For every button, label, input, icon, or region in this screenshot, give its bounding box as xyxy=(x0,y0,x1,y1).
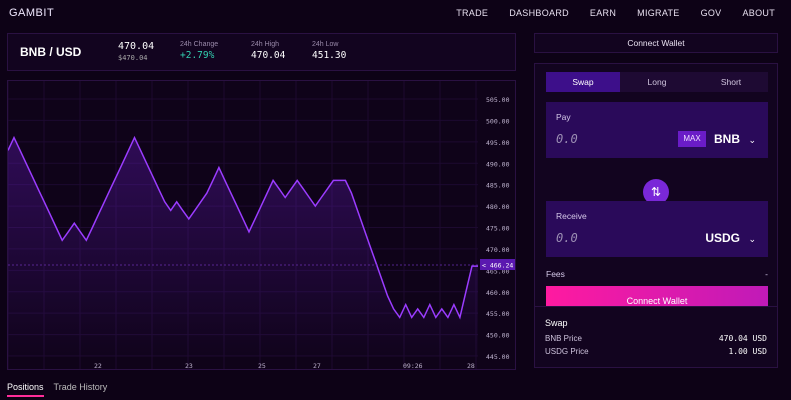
price-chart[interactable]: 505.00 500.00 495.00 490.00 485.00 480.00 475.… xyxy=(7,80,516,370)
receive-field: Receive 0.0 USDG ⌄ xyxy=(546,201,768,257)
y-tick-label: 505.00 xyxy=(486,96,510,104)
pay-field: Pay 0.0 MAX BNB ⌄ xyxy=(546,102,768,158)
swap-box: Swap Long Short Pay 0.0 MAX BNB ⌄ ⇅ Rece… xyxy=(534,63,778,323)
x-tick-label: 25 xyxy=(258,362,266,370)
price-area xyxy=(8,137,478,356)
y-tick-label: 495.00 xyxy=(486,139,510,147)
fees-row: Fees - xyxy=(546,269,768,279)
receive-label: Receive xyxy=(556,211,587,221)
nav-dashboard[interactable]: DASHBOARD xyxy=(509,8,569,18)
nav-migrate[interactable]: MIGRATE xyxy=(637,8,679,18)
chevron-down-icon[interactable]: ⌄ xyxy=(748,135,756,146)
x-tick-label: 23 xyxy=(185,362,193,370)
nav-gov[interactable]: GOV xyxy=(701,8,722,18)
info-label: USDG Price xyxy=(545,347,589,356)
x-tick-label: 22 xyxy=(94,362,102,370)
y-tick-label: 480.00 xyxy=(486,203,510,211)
max-button[interactable]: MAX xyxy=(678,131,706,147)
receive-input[interactable]: 0.0 xyxy=(556,231,578,245)
logo[interactable]: GAMBIT xyxy=(9,7,54,19)
current-price-label: < 466.24 xyxy=(482,262,513,270)
stat-24h-high: 24h High 470.04 xyxy=(251,41,285,61)
stat-24h-change: 24h Change +2.79% xyxy=(180,41,218,61)
swap-info-box: Swap BNB Price 470.04 USD USDG Price 1.0… xyxy=(534,306,778,368)
connect-wallet-top-button[interactable]: Connect Wallet xyxy=(534,33,778,53)
x-tick-label: 09:26 xyxy=(403,362,423,370)
current-price: 470.04 xyxy=(118,41,155,52)
y-tick-label: 500.00 xyxy=(486,117,510,125)
top-bar: GAMBIT TRADE DASHBOARD EARN MIGRATE GOV … xyxy=(0,0,791,28)
info-row-bnb-price: BNB Price 470.04 USD xyxy=(545,334,767,343)
stat-value: +2.79% xyxy=(180,50,215,61)
pay-label: Pay xyxy=(556,112,571,122)
info-value: 470.04 USD xyxy=(718,334,767,343)
nav-about[interactable]: ABOUT xyxy=(742,8,775,18)
y-tick-label: 460.00 xyxy=(486,289,510,297)
info-value: 1.00 USD xyxy=(728,347,767,356)
y-tick-label: 470.00 xyxy=(486,246,510,254)
info-label: BNB Price xyxy=(545,334,582,343)
mode-tabs: Swap Long Short xyxy=(546,72,768,92)
y-tick-label: 490.00 xyxy=(486,160,510,168)
receive-token-selector[interactable]: USDG xyxy=(705,231,740,245)
pay-input[interactable]: 0.0 xyxy=(556,132,578,146)
info-title: Swap xyxy=(545,318,568,328)
tab-trade-history[interactable]: Trade History xyxy=(54,382,108,397)
price-chart-svg[interactable]: 505.00 500.00 495.00 490.00 485.00 480.00 475.… xyxy=(8,81,516,370)
fees-value: - xyxy=(765,269,768,279)
tab-long[interactable]: Long xyxy=(620,72,694,92)
stat-label: 24h Change xyxy=(180,41,219,48)
info-row-usdg-price: USDG Price 1.00 USD xyxy=(545,347,767,356)
tab-short[interactable]: Short xyxy=(694,72,768,92)
main-nav: TRADE DASHBOARD EARN MIGRATE GOV ABOUT xyxy=(435,8,775,18)
stat-24h-low: 24h Low 451.30 xyxy=(312,41,346,61)
x-tick-label: 28 xyxy=(467,362,475,370)
tab-swap[interactable]: Swap xyxy=(546,72,620,92)
chevron-down-icon[interactable]: ⌄ xyxy=(748,234,756,245)
stat-value: 451.30 xyxy=(312,50,347,61)
bottom-tabs: Positions Trade History xyxy=(7,382,117,397)
stat-value: 470.04 xyxy=(251,50,286,61)
stat-label: 24h Low xyxy=(312,41,339,48)
ticker-bar: BNB / USD 470.04 $470.04 24h Change +2.7… xyxy=(7,33,516,71)
y-tick-label: 485.00 xyxy=(486,182,510,190)
y-tick-label: 455.00 xyxy=(486,310,510,318)
pair-selector[interactable]: BNB / USD xyxy=(20,45,81,59)
pay-token-selector[interactable]: BNB xyxy=(714,132,740,146)
nav-earn[interactable]: EARN xyxy=(590,8,616,18)
y-tick-label: 450.00 xyxy=(486,332,510,340)
stat-label: 24h High xyxy=(251,41,280,48)
tab-positions[interactable]: Positions xyxy=(7,382,44,397)
x-tick-label: 27 xyxy=(313,362,321,370)
current-price-usd: $470.04 xyxy=(118,54,148,62)
y-tick-label: 475.00 xyxy=(486,225,510,233)
fees-label: Fees xyxy=(546,269,565,279)
nav-trade[interactable]: TRADE xyxy=(456,8,488,18)
y-tick-label: 445.00 xyxy=(486,353,510,361)
